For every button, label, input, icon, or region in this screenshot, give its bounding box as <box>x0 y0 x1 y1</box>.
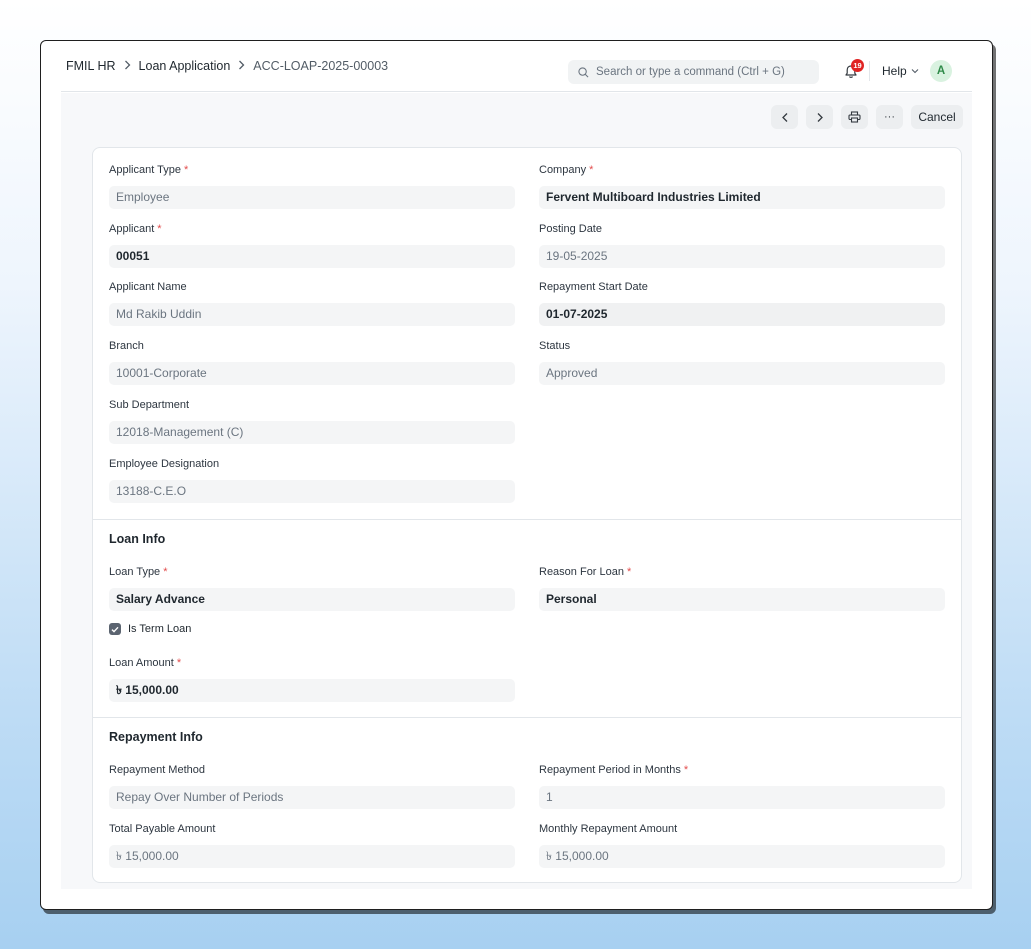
more-actions-button[interactable]: ··· <box>876 105 903 129</box>
search-placeholder: Search or type a command (Ctrl + G) <box>596 66 785 78</box>
is-term-loan-row[interactable]: Is Term Loan <box>109 623 191 635</box>
applicant-label: Applicant <box>109 223 155 235</box>
posting-date-input[interactable]: 19-05-2025 <box>539 245 945 268</box>
is-term-loan-label: Is Term Loan <box>128 623 192 635</box>
applicant-name-label: Applicant Name <box>109 281 187 293</box>
total-payable-amount-label: Total Payable Amount <box>109 823 216 835</box>
monthly-repayment-amount-field: Monthly Repayment Amount ৳ 15,000.00 <box>539 822 945 868</box>
applicant-type-input[interactable]: Employee <box>109 186 515 209</box>
posting-date-field: Posting Date 19-05-2025 <box>539 222 945 268</box>
printer-icon <box>848 111 861 123</box>
applicant-field: Applicant * 00051 <box>109 222 515 268</box>
repayment-start-date-input[interactable]: 01-07-2025 <box>539 303 945 326</box>
applicant-input[interactable]: 00051 <box>109 245 515 268</box>
previous-record-button[interactable] <box>771 105 798 129</box>
required-marker: * <box>163 566 168 578</box>
repayment-method-label: Repayment Method <box>109 764 205 776</box>
total-payable-amount-field: Total Payable Amount ৳ 15,000.00 <box>109 822 515 868</box>
repayment-period-label: Repayment Period in Months <box>539 764 681 776</box>
repayment-method-field: Repayment Method Repay Over Number of Pe… <box>109 763 515 809</box>
repayment-info-section: Repayment Info Repayment Method Repay Ov… <box>93 717 961 883</box>
applicant-name-field: Applicant Name Md Rakib Uddin <box>109 280 515 326</box>
app-window: FMIL HR Loan Application ACC-LOAP-2025-0… <box>40 40 993 910</box>
search-input[interactable]: Search or type a command (Ctrl + G) <box>568 60 819 84</box>
search-icon <box>578 66 589 77</box>
monthly-repayment-amount-input[interactable]: ৳ 15,000.00 <box>539 845 945 868</box>
required-marker: * <box>627 566 632 578</box>
applicant-name-input[interactable]: Md Rakib Uddin <box>109 303 515 326</box>
loan-amount-label: Loan Amount <box>109 657 174 669</box>
company-field: Company * Fervent Multiboard Industries L… <box>539 163 945 209</box>
chevron-right-icon <box>238 60 245 73</box>
sub-department-label: Sub Department <box>109 399 190 411</box>
repayment-info-title[interactable]: Repayment Info <box>109 730 203 744</box>
navbar: FMIL HR Loan Application ACC-LOAP-2025-0… <box>61 41 972 92</box>
total-payable-amount-input[interactable]: ৳ 15,000.00 <box>109 845 515 868</box>
next-record-button[interactable] <box>806 105 833 129</box>
reason-for-loan-input[interactable]: Personal <box>539 588 945 611</box>
applicant-type-field: Applicant Type * Employee <box>109 163 515 209</box>
employee-designation-label: Employee Designation <box>109 458 220 470</box>
employee-designation-field: Employee Designation 13188-C.E.O <box>109 457 515 503</box>
avatar[interactable]: A <box>930 60 952 82</box>
branch-input[interactable]: 10001-Corporate <box>109 362 515 385</box>
check-icon <box>111 626 119 633</box>
company-input[interactable]: Fervent Multiboard Industries Limited <box>539 186 945 209</box>
chevron-down-icon <box>911 69 919 74</box>
chevron-left-icon <box>781 112 787 122</box>
required-marker: * <box>176 657 182 669</box>
loan-amount-input[interactable]: ৳ 15,000.00 <box>109 679 515 702</box>
repayment-period-input[interactable]: 1 <box>539 786 945 809</box>
status-input[interactable]: Approved <box>539 362 945 385</box>
posting-date-label: Posting Date <box>539 223 602 235</box>
employee-designation-input[interactable]: 13188-C.E.O <box>109 480 515 503</box>
branch-field: Branch 10001-Corporate <box>109 339 515 385</box>
chevron-right-icon <box>817 112 823 122</box>
status-label: Status <box>539 340 571 352</box>
required-marker: * <box>157 223 162 235</box>
loan-info-section: Loan Info Loan Type * Salary Advance Reas… <box>93 519 961 717</box>
breadcrumb: FMIL HR Loan Application ACC-LOAP-2025-0… <box>66 59 388 73</box>
reason-for-loan-field: Reason For Loan * Personal <box>539 565 945 611</box>
branch-label: Branch <box>109 340 144 352</box>
sub-department-field: Sub Department 12018-Management (C) <box>109 398 515 444</box>
required-marker: * <box>183 164 189 176</box>
required-marker: * <box>683 764 689 776</box>
print-button[interactable] <box>841 105 868 129</box>
help-label: Help <box>882 64 907 78</box>
loan-info-title[interactable]: Loan Info <box>109 532 165 546</box>
loan-type-field: Loan Type * Salary Advance <box>109 565 515 611</box>
repayment-start-date-label: Repayment Start Date <box>539 281 648 293</box>
applicant-type-label: Applicant Type <box>109 164 181 176</box>
cancel-button[interactable]: Cancel <box>911 105 963 129</box>
sub-department-input[interactable]: 12018-Management (C) <box>109 421 515 444</box>
help-dropdown[interactable]: Help <box>882 64 919 78</box>
notification-count-badge: 19 <box>851 59 864 72</box>
required-marker: * <box>589 164 594 176</box>
reason-for-loan-label: Reason For Loan <box>539 566 624 578</box>
form-card: Applicant Type * Employee Company * Ferven… <box>92 147 962 883</box>
loan-amount-field: Loan Amount * ৳ 15,000.00 <box>109 656 515 702</box>
chevron-right-icon <box>124 60 131 73</box>
loan-type-label: Loan Type <box>109 566 161 578</box>
repayment-start-date-field: Repayment Start Date 01-07-2025 <box>539 280 945 326</box>
status-field: Status Approved <box>539 339 945 385</box>
loan-type-input[interactable]: Salary Advance <box>109 588 515 611</box>
company-label: Company <box>539 164 587 176</box>
is-term-loan-checkbox[interactable] <box>109 623 121 635</box>
details-section: Applicant Type * Employee Company * Ferven… <box>93 148 961 519</box>
breadcrumb-record[interactable]: ACC-LOAP-2025-00003 <box>253 59 388 73</box>
navbar-divider <box>869 61 870 81</box>
breadcrumb-root[interactable]: FMIL HR <box>66 59 116 73</box>
breadcrumb-doctype[interactable]: Loan Application <box>139 59 231 73</box>
monthly-repayment-amount-label: Monthly Repayment Amount <box>539 823 678 835</box>
repayment-period-field: Repayment Period in Months * 1 <box>539 763 945 809</box>
repayment-method-input[interactable]: Repay Over Number of Periods <box>109 786 515 809</box>
